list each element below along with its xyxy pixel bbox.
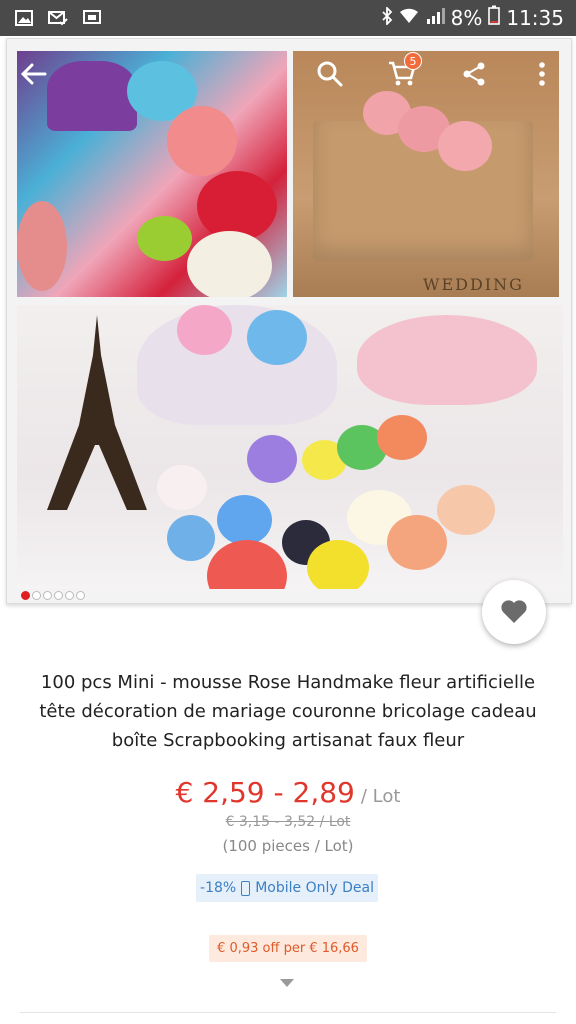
share-button[interactable] bbox=[456, 56, 492, 92]
deal-label: Mobile Only Deal bbox=[255, 880, 374, 896]
pagination-dot[interactable] bbox=[54, 591, 63, 600]
cart-button[interactable]: 5 bbox=[384, 52, 422, 92]
product-title: 100 pcs Mini - mousse Rose Handmake fleu… bbox=[30, 668, 546, 755]
more-vertical-icon bbox=[539, 62, 545, 86]
product-photo-mini-roses bbox=[17, 305, 563, 589]
product-title-line: tête décoration de mariage couronne bric… bbox=[39, 701, 537, 722]
status-time: 11:35 bbox=[506, 6, 564, 30]
chevron-down-icon[interactable] bbox=[280, 979, 294, 987]
signal-icon bbox=[425, 0, 445, 36]
cart-count-badge: 5 bbox=[404, 52, 422, 70]
email-check-icon bbox=[48, 9, 68, 27]
mobile-deal-badge: -18% Mobile Only Deal bbox=[196, 874, 378, 902]
product-title-line: boîte Scrapbooking artisanat faux fleur bbox=[111, 730, 465, 751]
pagination-dot[interactable] bbox=[21, 591, 30, 600]
share-icon bbox=[463, 62, 485, 86]
price-block: € 2,59 - 2,89/ Lot bbox=[0, 776, 576, 809]
wifi-icon bbox=[399, 0, 419, 36]
search-icon bbox=[317, 61, 343, 87]
product-image-gallery[interactable]: WEDDING bbox=[6, 38, 572, 604]
pagination-dot[interactable] bbox=[32, 591, 41, 600]
watermark-text: WEDDING bbox=[423, 275, 524, 294]
mobile-phone-icon bbox=[241, 880, 251, 896]
more-menu-button[interactable] bbox=[524, 56, 560, 92]
gallery-icon bbox=[14, 9, 34, 27]
store-coupon[interactable]: € 0,93 off per € 16,66 bbox=[209, 935, 367, 962]
pagination-dot[interactable] bbox=[65, 591, 74, 600]
bluetooth-icon bbox=[381, 0, 393, 36]
screenshot-icon bbox=[82, 9, 102, 27]
current-price: € 2,59 - 2,89 bbox=[175, 776, 355, 809]
status-bar: 8% 11:35 bbox=[0, 0, 576, 36]
price-unit: / Lot bbox=[360, 786, 401, 807]
battery-icon bbox=[488, 0, 501, 36]
gallery-pagination bbox=[21, 591, 85, 600]
pagination-dot[interactable] bbox=[76, 591, 85, 600]
pieces-per-lot: (100 pieces / Lot) bbox=[222, 837, 354, 855]
pagination-dot[interactable] bbox=[43, 591, 52, 600]
battery-percent: 8% bbox=[450, 6, 483, 30]
search-button[interactable] bbox=[312, 56, 348, 92]
deal-discount: -18% bbox=[200, 880, 237, 896]
heart-icon bbox=[501, 600, 527, 623]
product-photo-cones bbox=[17, 51, 287, 297]
divider bbox=[20, 1012, 556, 1013]
back-button[interactable] bbox=[16, 56, 52, 92]
product-title-line: 100 pcs Mini - mousse Rose Handmake fleu… bbox=[40, 672, 536, 693]
eiffel-tower-figure bbox=[47, 315, 147, 510]
arrow-left-icon bbox=[21, 63, 47, 85]
original-price: € 3,15 - 3,52 / Lot bbox=[225, 814, 351, 830]
wishlist-button[interactable] bbox=[482, 580, 546, 644]
